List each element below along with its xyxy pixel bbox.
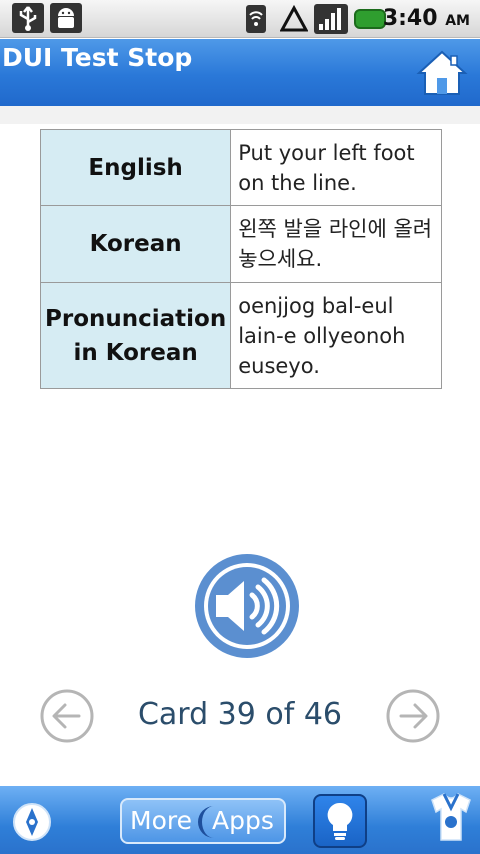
bottom-toolbar: More Apps (0, 786, 480, 854)
row-label-pronunciation: Pronunciation in Korean (39, 282, 232, 389)
tshirt-icon[interactable] (428, 790, 474, 844)
clock: 3:40 AM (382, 6, 470, 31)
table-row: Korean 왼쪽 발을 라인에 올려놓으세요. (39, 205, 442, 283)
arrow-left-icon[interactable] (39, 688, 95, 744)
usb-icon (12, 3, 44, 33)
app-bar: DUI Test Stop (0, 39, 480, 106)
android-debug-icon (50, 3, 82, 33)
table-row: Pronunciation in Korean oenjjog bal-eul … (39, 282, 442, 389)
more-apps-button[interactable]: More Apps (120, 798, 286, 844)
more-apps-label-apps: Apps (212, 806, 274, 835)
hint-button[interactable] (313, 794, 367, 848)
content-top-band (0, 106, 480, 124)
lightbulb-icon (327, 802, 353, 840)
sync-icon (280, 4, 308, 32)
status-bar: 3:40 AM (0, 0, 480, 38)
page-title: DUI Test Stop (2, 43, 193, 72)
table-row: English Put your left foot on the line. (39, 129, 442, 206)
compass-icon[interactable] (12, 802, 52, 842)
row-label-english: English (39, 129, 232, 206)
arrow-right-icon[interactable] (385, 688, 441, 744)
signal-icon (314, 4, 348, 34)
speaker-icon[interactable] (194, 553, 300, 659)
wifi-icon (246, 5, 266, 33)
row-value-pronunciation: oenjjog bal-eul lain-e ollyeonoh euseyo. (230, 282, 442, 389)
home-icon[interactable] (416, 49, 468, 97)
row-value-korean: 왼쪽 발을 라인에 올려놓으세요. (230, 205, 442, 283)
card-counter: Card 39 of 46 (137, 697, 343, 732)
row-value-english: Put your left foot on the line. (230, 129, 442, 206)
more-apps-label-more: More (130, 806, 192, 835)
flashcard-table: English Put your left foot on the line. … (39, 129, 442, 389)
row-label-korean: Korean (39, 205, 232, 283)
